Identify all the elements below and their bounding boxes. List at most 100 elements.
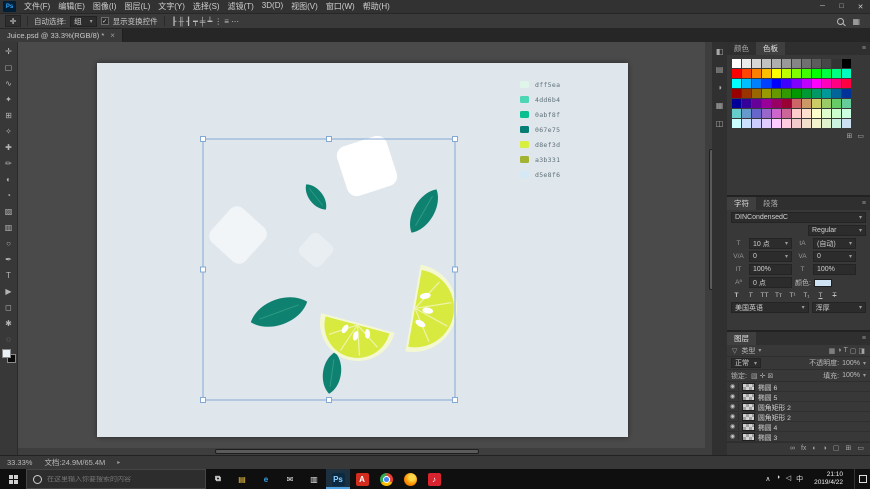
faux-bold-icon[interactable]: T	[731, 290, 742, 300]
zoom-tool[interactable]: ◌	[0, 331, 18, 347]
all-caps-icon[interactable]: TT	[759, 290, 770, 300]
strikethrough-icon[interactable]: T	[829, 290, 840, 300]
swatch[interactable]	[742, 69, 751, 78]
info-panel-icon[interactable]: ◫	[716, 119, 724, 128]
menu-item[interactable]: 视图(V)	[287, 1, 322, 12]
swatch[interactable]	[802, 99, 811, 108]
volume-icon[interactable]: ◁	[786, 474, 791, 484]
swatch[interactable]	[742, 109, 751, 118]
foreground-background-colors[interactable]	[2, 349, 16, 363]
swatch[interactable]	[832, 99, 841, 108]
swatch[interactable]	[832, 79, 841, 88]
menu-item[interactable]: 窗口(W)	[322, 1, 359, 12]
swatch[interactable]	[772, 59, 781, 68]
swatch[interactable]	[782, 59, 791, 68]
swatch[interactable]	[812, 99, 821, 108]
menu-item[interactable]: 文字(Y)	[154, 1, 189, 12]
subscript-icon[interactable]: T₁	[801, 290, 812, 300]
swatch[interactable]	[842, 119, 851, 128]
tray-expand-icon[interactable]: ∧	[765, 475, 770, 483]
swatch[interactable]	[742, 79, 751, 88]
visibility-eye-icon[interactable]: ◉	[727, 433, 739, 440]
panel-menu-icon[interactable]: ≡	[858, 197, 870, 210]
swatch[interactable]	[762, 109, 771, 118]
eyedropper-tool[interactable]: ✧	[0, 123, 18, 139]
filter-smart-objects-icon[interactable]: ◨	[857, 347, 866, 355]
swatch[interactable]	[792, 59, 801, 68]
swatch[interactable]	[772, 99, 781, 108]
marquee-tool[interactable]: ▢	[0, 59, 18, 75]
clone-stamp-tool[interactable]: ◐	[0, 171, 18, 187]
action-center-button[interactable]	[854, 469, 870, 489]
opacity-value[interactable]: 100%	[842, 360, 860, 367]
swatch[interactable]	[842, 59, 851, 68]
menu-item[interactable]: 选择(S)	[189, 1, 224, 12]
libraries-panel-icon[interactable]: ▦	[716, 101, 724, 110]
swatch[interactable]	[842, 79, 851, 88]
swatch[interactable]	[842, 89, 851, 98]
menu-item[interactable]: 文件(F)	[20, 1, 54, 12]
swatch[interactable]	[752, 59, 761, 68]
ime-chinese-icon[interactable]: 中	[796, 474, 803, 484]
move-tool[interactable]: ✛	[0, 43, 18, 59]
swatch[interactable]	[792, 69, 801, 78]
kerning-field[interactable]: 0 ▾	[749, 251, 792, 262]
swatch[interactable]	[772, 119, 781, 128]
font-size-field[interactable]: 10 点 ▾	[749, 238, 792, 249]
align-bottom-icon[interactable]: ┷	[206, 17, 213, 26]
swatch[interactable]	[752, 119, 761, 128]
swatch[interactable]	[822, 59, 831, 68]
align-top-icon[interactable]: ┯	[192, 17, 199, 26]
swatch[interactable]	[792, 99, 801, 108]
swatch[interactable]	[742, 89, 751, 98]
tab-swatches[interactable]: 色板	[756, 42, 785, 55]
swatch[interactable]	[812, 89, 821, 98]
antialias-dropdown[interactable]: 浑厚 ▾	[812, 302, 866, 313]
swatch[interactable]	[812, 109, 821, 118]
fill-value[interactable]: 100%	[842, 372, 860, 379]
swatch[interactable]	[772, 89, 781, 98]
blend-mode-dropdown[interactable]: 正常 ▾	[731, 358, 761, 368]
swatch[interactable]	[752, 89, 761, 98]
show-transform-checkbox[interactable]: ✓	[101, 17, 109, 25]
swatch[interactable]	[772, 69, 781, 78]
leading-field[interactable]: (自动) ▾	[813, 238, 856, 249]
music-app-taskbar-icon[interactable]: ♪	[422, 469, 446, 489]
tracking-field[interactable]: 0 ▾	[813, 251, 856, 262]
distribute-center-icon[interactable]: ≡	[223, 17, 230, 26]
edge-browser-taskbar-icon[interactable]: e	[254, 469, 278, 489]
swatch[interactable]	[832, 59, 841, 68]
lasso-tool[interactable]: ∿	[0, 75, 18, 91]
crop-tool[interactable]: ⊞	[0, 107, 18, 123]
swatch[interactable]	[832, 89, 841, 98]
small-caps-icon[interactable]: Tᴛ	[773, 290, 784, 300]
swatch[interactable]	[842, 99, 851, 108]
store-taskbar-icon[interactable]: ▥	[302, 469, 326, 489]
swatch[interactable]	[802, 59, 811, 68]
language-dropdown[interactable]: 美国英语 ▾	[731, 302, 809, 313]
link-layers-icon[interactable]: ∞	[789, 445, 796, 452]
layer-group-icon[interactable]: ▢	[832, 444, 841, 452]
maximize-button[interactable]: □	[832, 3, 851, 11]
swatch[interactable]	[792, 89, 801, 98]
quick-selection-tool[interactable]: ✦	[0, 91, 18, 107]
visibility-eye-icon[interactable]: ◉	[727, 383, 739, 390]
swatch[interactable]	[762, 59, 771, 68]
mail-taskbar-icon[interactable]: ✉	[278, 469, 302, 489]
swatch[interactable]	[752, 69, 761, 78]
foreground-color-chip[interactable]	[2, 349, 11, 358]
vertical-scale-field[interactable]: 100%	[749, 264, 792, 275]
delete-swatch-icon[interactable]: ▭	[857, 132, 864, 140]
pen-tool[interactable]: ✒	[0, 251, 18, 267]
swatch[interactable]	[762, 69, 771, 78]
swatch[interactable]	[782, 89, 791, 98]
file-explorer-taskbar-icon[interactable]: ▤	[230, 469, 254, 489]
visibility-eye-icon[interactable]: ◉	[727, 413, 739, 420]
taskbar-search[interactable]	[26, 469, 206, 489]
horizontal-scale-field[interactable]: 100%	[813, 264, 856, 275]
chrome-browser-taskbar-icon[interactable]	[374, 469, 398, 489]
menu-item[interactable]: 编辑(E)	[54, 1, 89, 12]
align-right-icon[interactable]: ┨	[185, 17, 192, 26]
visibility-eye-icon[interactable]: ◉	[727, 403, 739, 410]
align-center-horizontal-icon[interactable]: ╫	[177, 17, 185, 26]
